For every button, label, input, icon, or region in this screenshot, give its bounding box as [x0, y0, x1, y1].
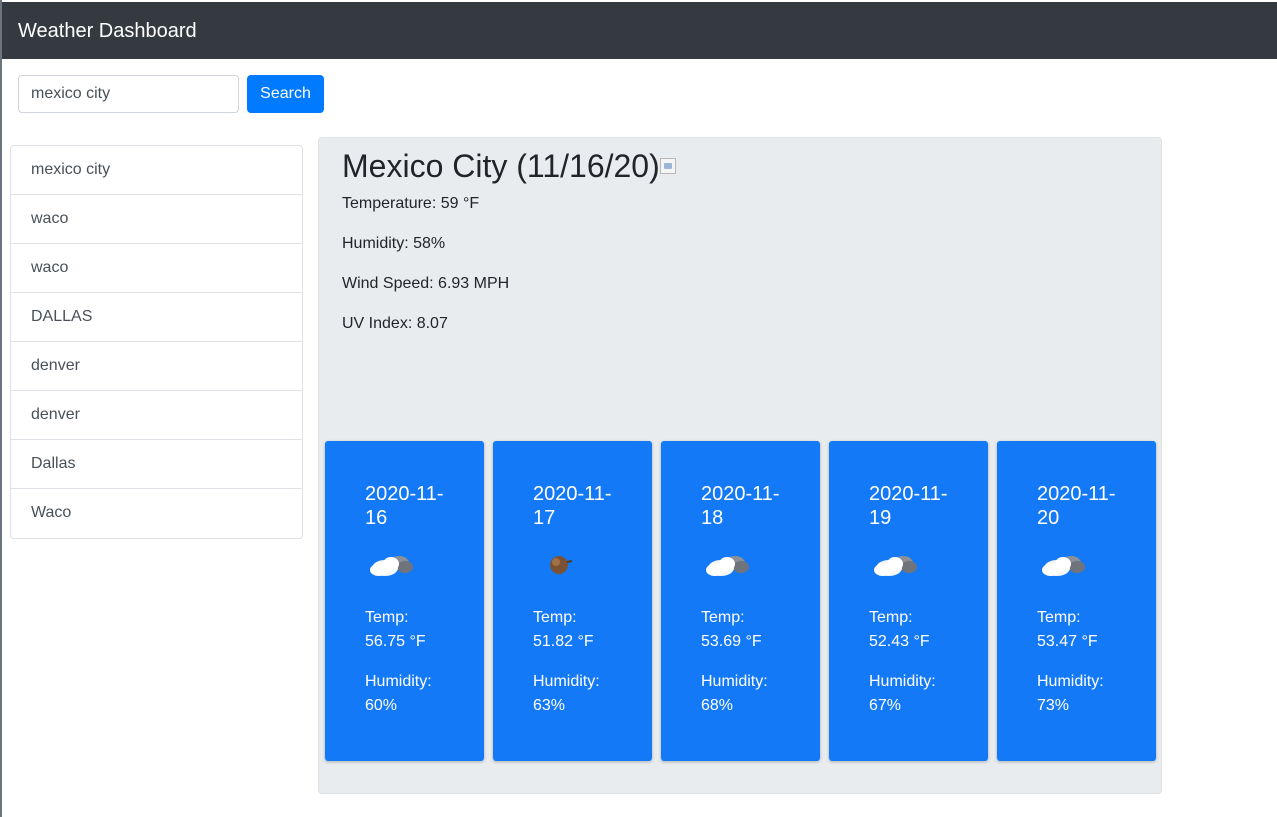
page: Weather Dashboard Search mexico city wac… [0, 0, 1277, 817]
history-item[interactable]: denver [11, 342, 302, 391]
forecast-temp: 53.69 °F [701, 633, 762, 650]
city-title-text: Mexico City (11/16/20) [342, 148, 660, 184]
navbar: Weather Dashboard [2, 2, 1277, 59]
cloud-icon [1042, 556, 1085, 576]
history-item[interactable]: mexico city [11, 146, 302, 195]
forecast-temp: 52.43 °F [869, 633, 930, 650]
current-weather-panel: Mexico City (11/16/20) Temperature: 59 °… [318, 137, 1162, 794]
forecast-temp: 53.47 °F [1037, 633, 1098, 650]
forecast-humidity-label: Humidity: [869, 673, 936, 690]
cloud-icon [370, 556, 413, 576]
forecast-humidity: 73% [1037, 697, 1070, 714]
forecast-date: 2020-11-17 [533, 483, 612, 529]
dark-cloud-icon [550, 556, 573, 574]
window-edge [0, 0, 2, 817]
forecast-humidity-label: Humidity: [701, 673, 768, 690]
forecast-humidity-label: Humidity: [365, 673, 432, 690]
forecast-card: 2020-11-18 Temp: 53.69 °F Humidity: 68% [661, 441, 820, 761]
history-item[interactable]: denver [11, 391, 302, 440]
history-item[interactable]: Waco [11, 489, 302, 538]
broken-weather-image-icon [659, 158, 676, 174]
current-temperature: Temperature: 59 °F [342, 195, 480, 212]
search-history-list: mexico city waco waco DALLAS denver denv… [10, 145, 303, 539]
forecast-temp-label: Temp: [869, 609, 913, 626]
current-humidity: Humidity: 58% [342, 235, 446, 252]
forecast-date: 2020-11-19 [869, 483, 948, 529]
forecast-temp-label: Temp: [1037, 609, 1081, 626]
forecast-date: 2020-11-18 [701, 483, 780, 529]
forecast-temp-label: Temp: [701, 609, 745, 626]
forecast-date: 2020-11-16 [365, 483, 444, 529]
current-uv-index: UV Index: 8.07 [342, 315, 448, 332]
forecast-humidity: 63% [533, 697, 566, 714]
search-input[interactable] [18, 75, 239, 113]
forecast-humidity: 68% [701, 697, 734, 714]
navbar-title: Weather Dashboard [18, 20, 197, 42]
forecast-temp: 51.82 °F [533, 633, 594, 650]
forecast-temp-label: Temp: [365, 609, 409, 626]
forecast-date: 2020-11-20 [1037, 483, 1116, 529]
forecast-card: 2020-11-20 Temp: 53.47 °F Humidity: 73% [997, 441, 1156, 761]
forecast-humidity-label: Humidity: [1037, 673, 1104, 690]
forecast-humidity: 67% [869, 697, 902, 714]
search-button[interactable]: Search [247, 75, 324, 113]
forecast-humidity-label: Humidity: [533, 673, 600, 690]
forecast-card: 2020-11-17 Temp: 51.82 °F Humidity: 63% [493, 441, 652, 761]
forecast-temp: 56.75 °F [365, 633, 426, 650]
forecast-card: 2020-11-19 Temp: 52.43 °F Humidity: 67% [829, 441, 988, 761]
history-item[interactable]: waco [11, 244, 302, 293]
current-wind-speed: Wind Speed: 6.93 MPH [342, 275, 510, 292]
cloud-icon [706, 556, 749, 576]
cloud-icon [874, 556, 917, 576]
forecast-temp-label: Temp: [533, 609, 577, 626]
forecast-card: 2020-11-16 Temp: 56.75 °F Humidity: 60% [325, 441, 484, 761]
history-item[interactable]: DALLAS [11, 293, 302, 342]
history-item[interactable]: waco [11, 195, 302, 244]
history-item[interactable]: Dallas [11, 440, 302, 489]
city-title: Mexico City (11/16/20) [342, 147, 676, 185]
forecast-humidity: 60% [365, 697, 398, 714]
